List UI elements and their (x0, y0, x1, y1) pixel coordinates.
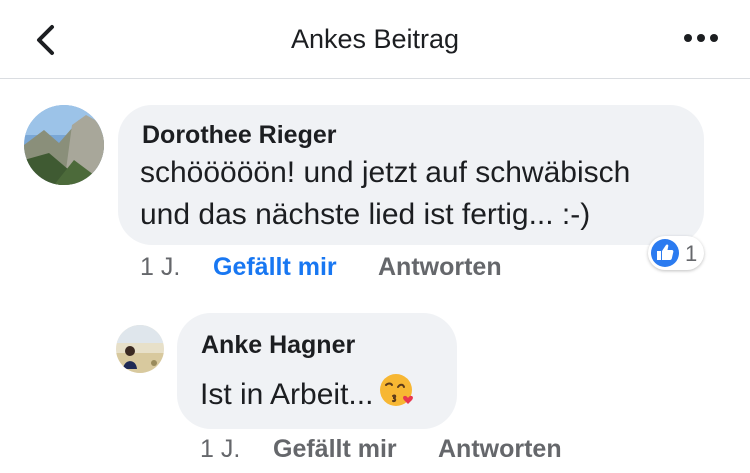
kissing-face-heart-emoji (377, 370, 417, 422)
avatar[interactable] (24, 105, 104, 185)
reaction-count: 1 (685, 241, 698, 266)
comment-author[interactable]: Anke Hagner (201, 331, 355, 360)
reaction-summary[interactable]: 1 (648, 236, 704, 270)
avatar-image (24, 105, 104, 185)
reply-button[interactable]: Antworten (378, 253, 502, 282)
more-dots-icon (684, 34, 718, 42)
comment-text-line: und das nächste lied ist fertig... :-) (140, 198, 591, 231)
avatar-image (116, 325, 164, 373)
like-button[interactable]: Gefällt mir (213, 253, 337, 282)
comment-text: Ist in Arbeit... (200, 370, 417, 422)
top-bar: Ankes Beitrag (0, 0, 750, 79)
reply-button[interactable]: Antworten (438, 435, 562, 464)
comment-text-content: Ist in Arbeit... (200, 377, 374, 411)
thumbs-up-icon (657, 244, 674, 260)
page-title: Ankes Beitrag (290, 24, 460, 54)
comment-time: 1 J. (200, 435, 241, 463)
comment-text-line: schööööön! und jetzt auf schwäbisch (140, 156, 631, 189)
more-options-button[interactable] (682, 28, 722, 48)
avatar[interactable] (116, 325, 164, 373)
like-reaction (651, 239, 679, 267)
comment-time: 1 J. (140, 253, 181, 281)
like-button[interactable]: Gefällt mir (273, 435, 397, 464)
comment-author[interactable]: Dorothee Rieger (142, 121, 336, 150)
